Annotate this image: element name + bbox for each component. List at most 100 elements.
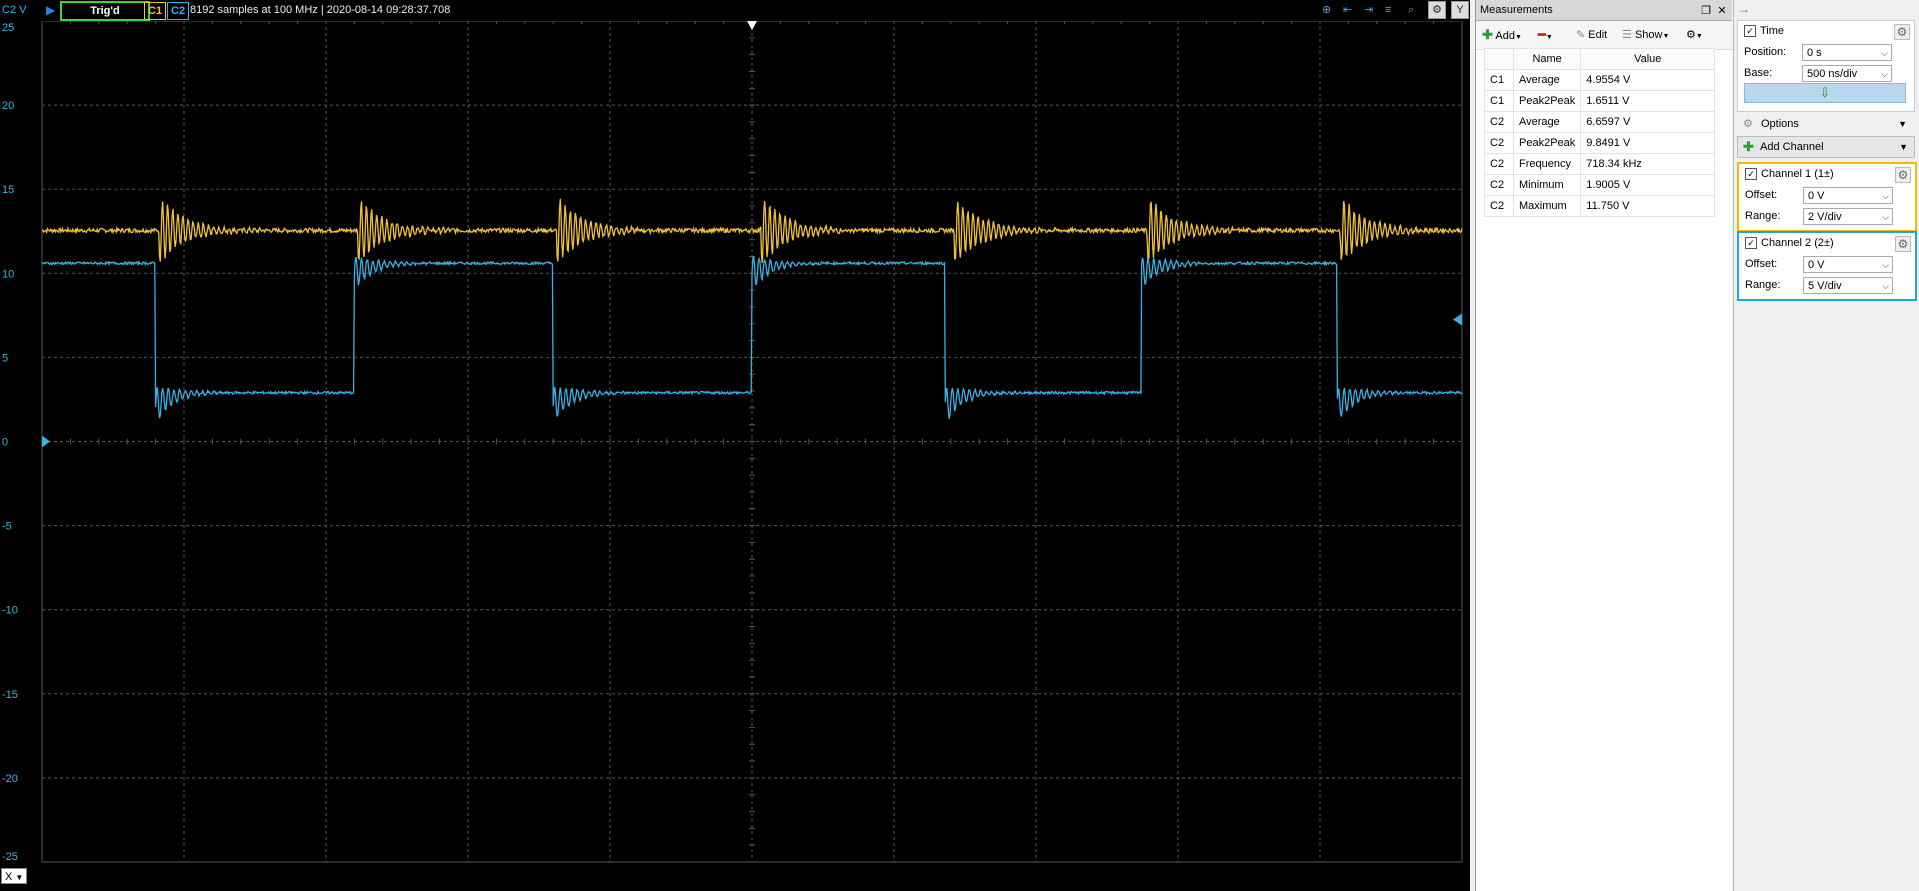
- measurements-title: Measurements: [1480, 4, 1553, 16]
- channel2-offset-row: Offset: 0 V ⌵: [1739, 254, 1915, 275]
- row-name: Peak2Peak: [1512, 132, 1582, 154]
- edit-measurement-button[interactable]: ✎ Edit: [1576, 27, 1607, 43]
- channel1-header[interactable]: ✓ Channel 1 (1±) ⚙: [1739, 164, 1915, 185]
- edit-icon: ✎: [1576, 29, 1586, 41]
- row-channel: C1: [1484, 90, 1514, 112]
- time-base-row: Base: 500 ns/div ⌵: [1738, 63, 1914, 84]
- y-tick-label: -5: [2, 521, 12, 533]
- table-row[interactable]: C2 Minimum 1.9005 V: [1484, 174, 1716, 196]
- channel2-offset-select[interactable]: 0 V ⌵: [1803, 256, 1893, 273]
- table-row[interactable]: C2 Frequency 718.34 kHz: [1484, 153, 1716, 175]
- row-channel: C1: [1484, 69, 1514, 91]
- waveform-plot[interactable]: 2520151050-5-10-15-20-25 -2.5 us-2 us-1.…: [0, 21, 1470, 867]
- row-name: Minimum: [1512, 174, 1582, 196]
- y-tick-label: 0: [2, 437, 8, 449]
- show-button[interactable]: ☰ Show▼: [1622, 27, 1669, 43]
- row-name: Frequency: [1512, 153, 1582, 175]
- time-base-select[interactable]: 500 ns/div ⌵: [1802, 65, 1892, 82]
- channel1-label: Channel 1 (1±): [1761, 168, 1834, 180]
- add-measurement-button[interactable]: ✚ Add▼: [1482, 27, 1522, 43]
- search-icon[interactable]: ⌕: [1408, 2, 1414, 18]
- channel2-chip[interactable]: C2: [167, 2, 190, 20]
- x-axis-select[interactable]: X ▼: [1, 868, 27, 884]
- gear-icon[interactable]: ⚙: [1428, 1, 1446, 19]
- apply-down-button[interactable]: ⇩: [1744, 83, 1906, 103]
- channel2-range-select[interactable]: 5 V/div ⌵: [1803, 277, 1893, 294]
- time-settings: ✓ Time ⚙ Position: 0 s ⌵ Base: 500 ns/div ⌵…: [1737, 20, 1915, 112]
- remove-measurement-button[interactable]: ━▼: [1538, 27, 1553, 43]
- column-header: Value: [1580, 48, 1716, 70]
- channel1-range-select[interactable]: 2 V/div ⌵: [1803, 208, 1893, 225]
- table-row[interactable]: C1 Average 4.9554 V: [1484, 69, 1716, 91]
- channel1-range-row: Range: 2 V/div ⌵: [1739, 206, 1915, 227]
- add-channel-button[interactable]: ✚ Add Channel ▼: [1737, 136, 1915, 158]
- gear-icon[interactable]: ⚙▼: [1686, 27, 1703, 43]
- y-tick-label: -25: [2, 851, 18, 863]
- measurements-panel: Measurements ❐ ✕ ✚ Add▼ ━▼ ✎ Edit ☰ Show…: [1475, 0, 1732, 891]
- zero-level-marker[interactable]: [42, 435, 50, 448]
- row-value: 11.750 V: [1580, 195, 1716, 217]
- add-channel-label: Add Channel: [1760, 141, 1824, 153]
- offset-label: Offset:: [1745, 189, 1778, 201]
- arrow-right-icon[interactable]: →: [1738, 2, 1750, 16]
- plot-grid: [41, 21, 1463, 863]
- y-axis-button[interactable]: Y: [1451, 1, 1469, 19]
- plus-icon: ✚: [1482, 27, 1493, 42]
- table-row[interactable]: C2 Average 6.6597 V: [1484, 111, 1716, 133]
- gear-icon[interactable]: ⚙: [1894, 24, 1910, 40]
- channel1-offset-select[interactable]: 0 V ⌵: [1803, 187, 1893, 204]
- measurements-title-bar: Measurements ❐ ✕: [1476, 0, 1732, 21]
- trigger-status-badge[interactable]: Trig'd: [60, 1, 150, 21]
- table-row[interactable]: C1 Peak2Peak 1.6511 V: [1484, 90, 1716, 112]
- channel2-checkbox[interactable]: ✓: [1745, 237, 1757, 250]
- zoom-h-icon[interactable]: ⇤: [1343, 2, 1352, 18]
- range-label: Range:: [1745, 210, 1781, 222]
- row-value: 9.8491 V: [1580, 132, 1716, 154]
- range-label: Range:: [1745, 279, 1781, 291]
- row-channel: C2: [1484, 174, 1514, 196]
- row-value: 6.6597 V: [1580, 111, 1716, 133]
- channel2-settings: ✓ Channel 2 (2±) ⚙ Offset: 0 V ⌵ Range: 5 …: [1737, 231, 1917, 301]
- table-row[interactable]: C2 Maximum 11.750 V: [1484, 195, 1716, 217]
- table-row[interactable]: C2 Peak2Peak 9.8491 V: [1484, 132, 1716, 154]
- offset-label: Offset:: [1745, 258, 1778, 270]
- channel2-label: Channel 2 (2±): [1761, 237, 1834, 249]
- zoom-in-icon[interactable]: ⊕: [1322, 2, 1331, 18]
- channel1-checkbox[interactable]: ✓: [1745, 168, 1757, 181]
- plus-icon: ✚: [1743, 139, 1754, 154]
- y-axis-labels: 25 20 15 10 5 0 -5 -10 -15 -20 -25: [2, 22, 18, 863]
- channel2-header[interactable]: ✓ Channel 2 (2±) ⚙: [1739, 233, 1915, 254]
- samples-info: 8192 samples at 100 MHz | 2020-08-14 09:…: [190, 4, 451, 16]
- row-name: Average: [1512, 111, 1582, 133]
- time-position-row: Position: 0 s ⌵: [1738, 42, 1914, 63]
- gear-icon[interactable]: ⚙: [1895, 167, 1911, 183]
- trigger-level-marker[interactable]: [1453, 313, 1462, 326]
- table-header-row: Name Value: [1484, 48, 1716, 70]
- channel2-range-row: Range: 5 V/div ⌵: [1739, 275, 1915, 296]
- column-header: [1484, 48, 1514, 70]
- row-channel: C2: [1484, 153, 1514, 175]
- float-icon[interactable]: ❐: [1698, 1, 1714, 21]
- close-icon[interactable]: ✕: [1714, 1, 1730, 21]
- y-tick-label: 15: [2, 184, 14, 196]
- oscilloscope-view[interactable]: C2 V ▶ Trig'd C1 C2 8192 samples at 100 …: [0, 0, 1470, 891]
- zoom-fit-icon[interactable]: ≡: [1385, 2, 1391, 18]
- position-label: Position:: [1744, 46, 1787, 58]
- options-label: Options: [1761, 118, 1799, 130]
- channel1-chip[interactable]: C1: [144, 2, 167, 20]
- trigger-position-marker[interactable]: [747, 21, 757, 30]
- gear-icon[interactable]: ⚙: [1895, 236, 1911, 252]
- options-dropdown[interactable]: ⚙ Options ▼: [1737, 114, 1913, 134]
- zoom-v-icon[interactable]: ⇥: [1364, 2, 1373, 18]
- y-tick-label: -10: [2, 605, 18, 617]
- unit-label: C2 V: [2, 4, 27, 16]
- time-label: Time: [1760, 25, 1785, 37]
- measurements-toolbar: ✚ Add▼ ━▼ ✎ Edit ☰ Show▼ ⚙▼: [1476, 21, 1732, 50]
- time-checkbox[interactable]: ✓: [1744, 25, 1756, 38]
- measurements-table: Name Value C1 Average 4.9554 V C1 Peak2Peak…: [1484, 48, 1716, 217]
- play-icon[interactable]: ▶: [46, 2, 55, 18]
- time-position-select[interactable]: 0 s ⌵: [1802, 44, 1892, 61]
- minus-icon: ━: [1538, 27, 1546, 42]
- time-header[interactable]: ✓ Time ⚙: [1738, 21, 1914, 42]
- list-icon: ☰: [1622, 29, 1632, 41]
